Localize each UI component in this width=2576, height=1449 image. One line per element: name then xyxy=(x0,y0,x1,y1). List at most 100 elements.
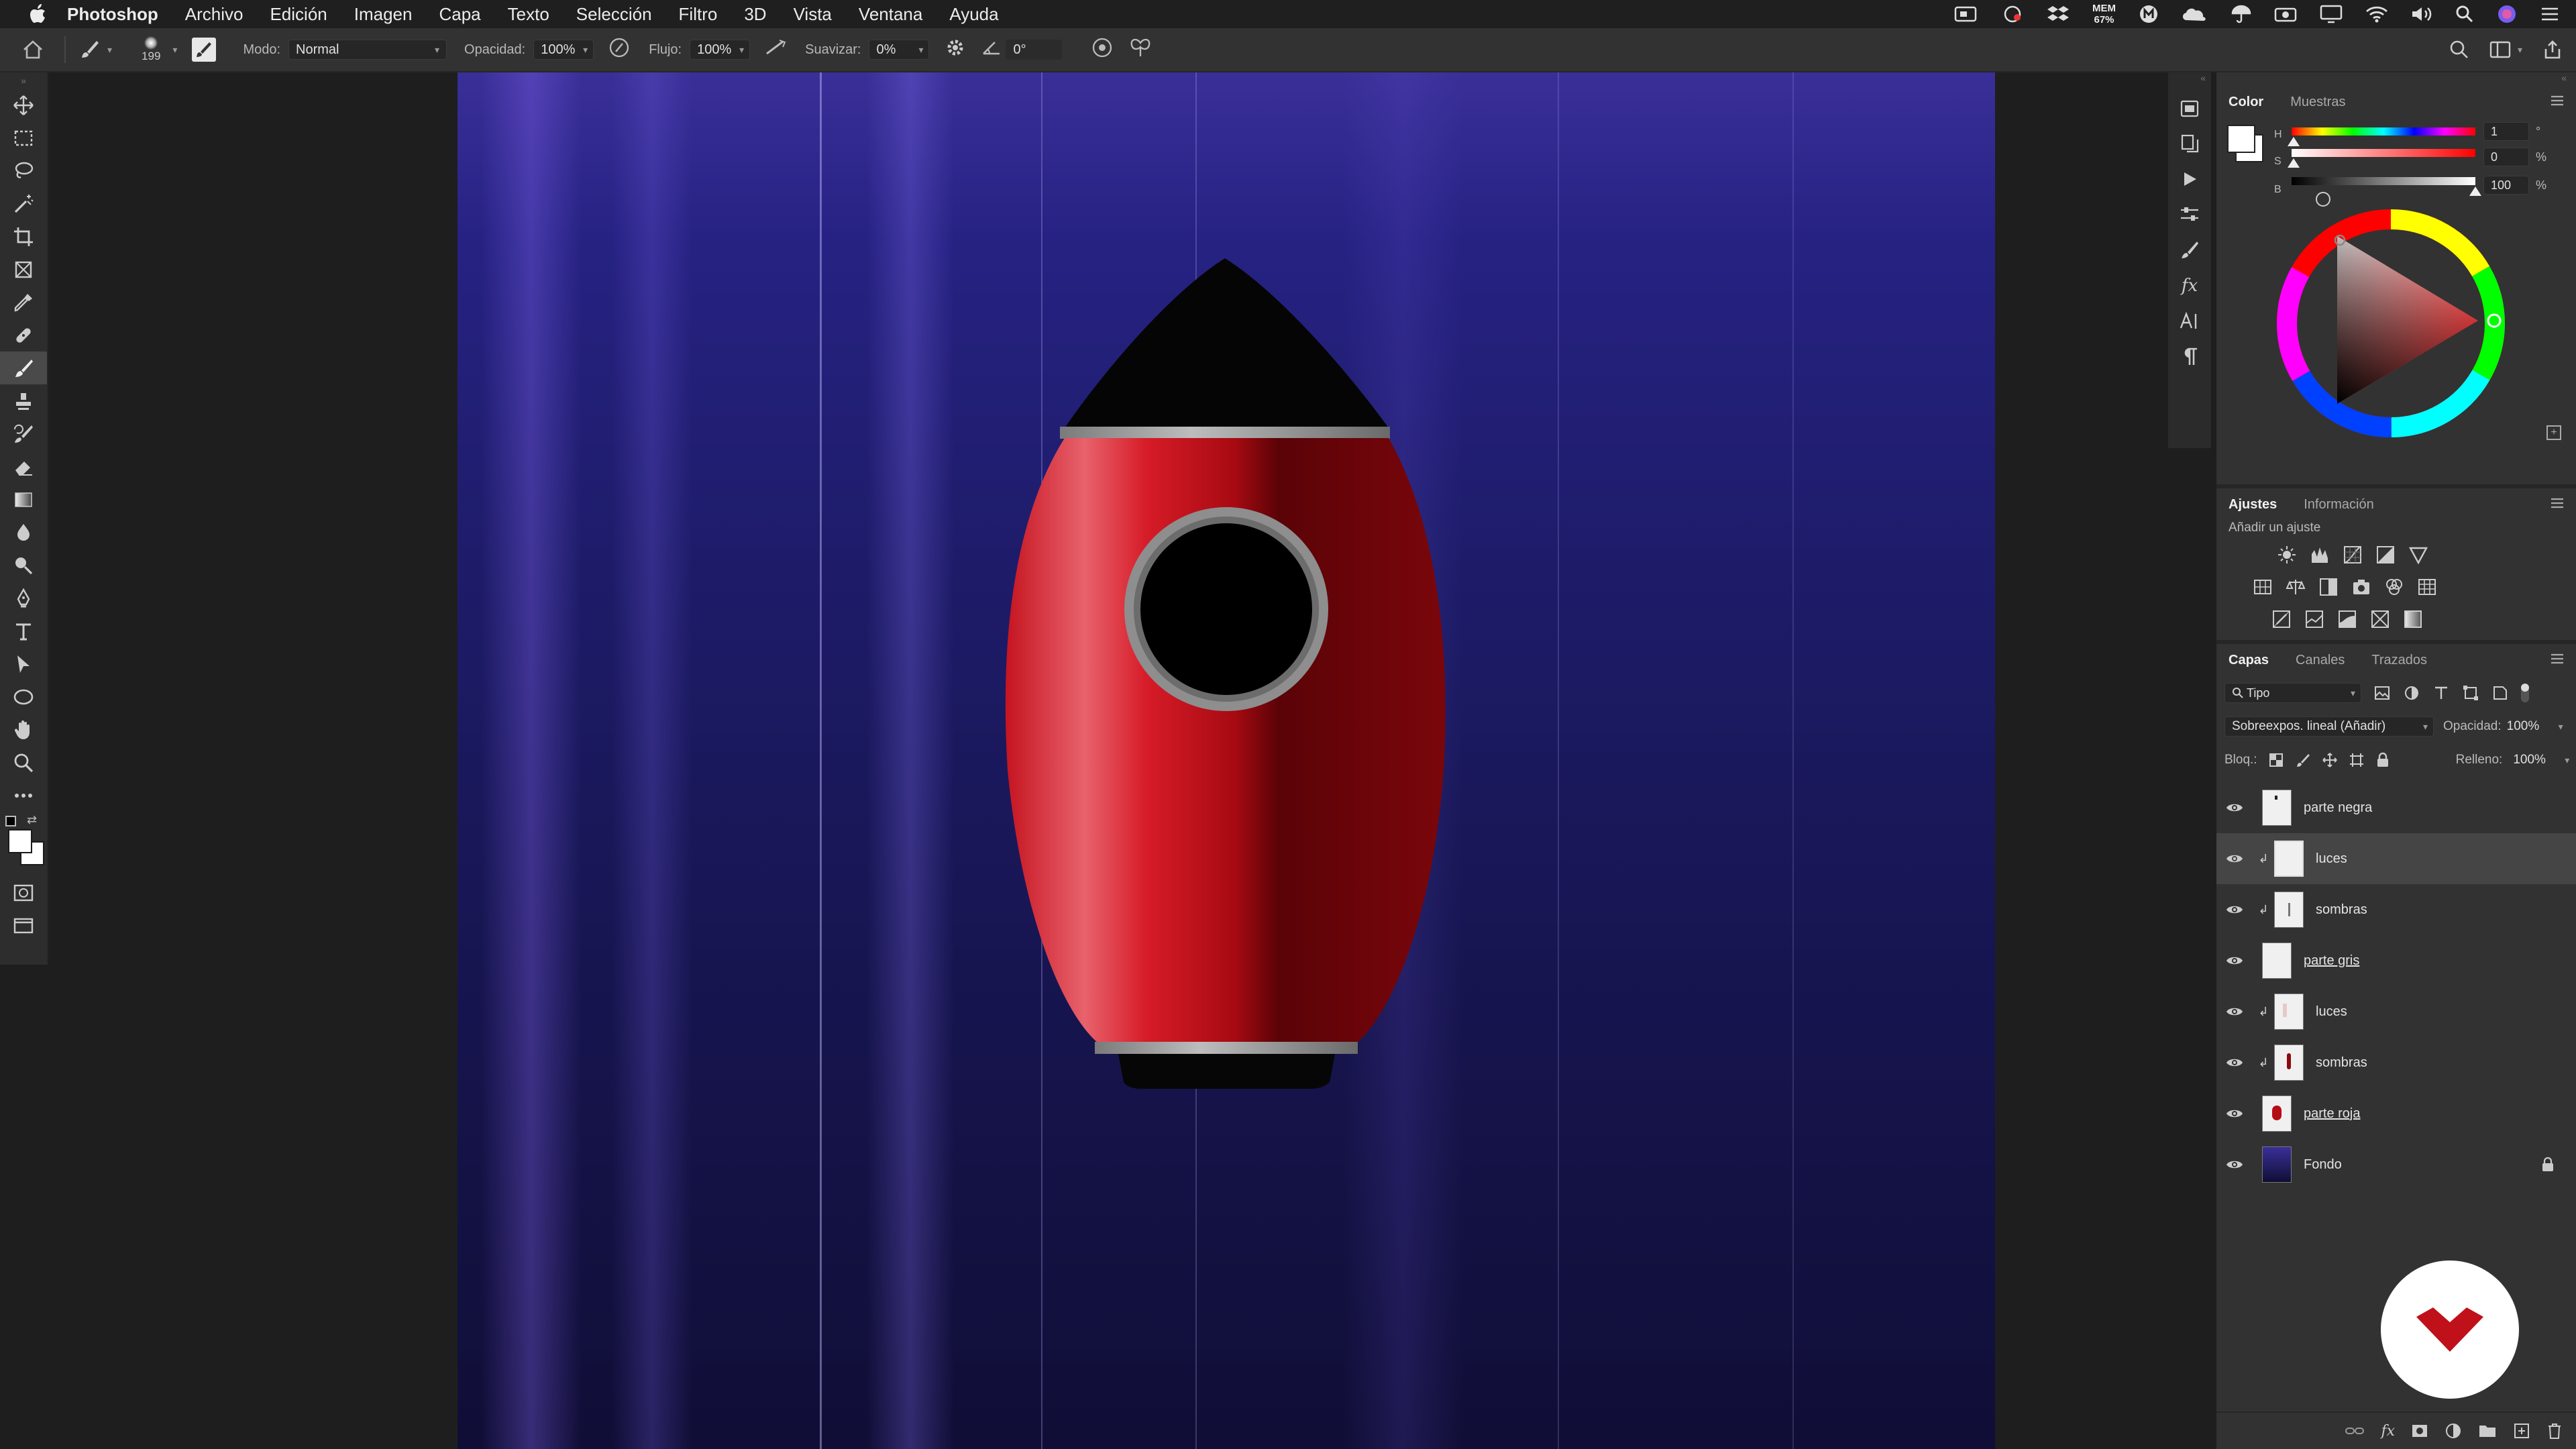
symmetry-butterfly-icon[interactable] xyxy=(1129,38,1152,62)
saturation-input[interactable]: 0 xyxy=(2483,148,2529,166)
blend-mode-select[interactable]: Sobreexpos. lineal (Añadir) ▾ xyxy=(2224,716,2434,737)
tab-ajustes[interactable]: Ajustes xyxy=(2229,497,2277,513)
lock-image-icon[interactable] xyxy=(2295,752,2311,768)
menu-capa[interactable]: Capa xyxy=(439,4,480,25)
volume-icon[interactable] xyxy=(2411,5,2432,23)
styles-fx-icon[interactable]: fx xyxy=(2168,268,2211,303)
posterize-icon[interactable] xyxy=(2304,609,2324,629)
lock-artboard-icon[interactable] xyxy=(2349,752,2365,768)
add-layer-style-fx-icon[interactable]: fx xyxy=(2381,1423,2395,1440)
visibility-eye-icon[interactable] xyxy=(2216,1108,2253,1120)
canvas-area[interactable] xyxy=(48,72,2168,1449)
tab-color[interactable]: Color xyxy=(2229,95,2263,110)
chevron-down-icon[interactable]: ▾ xyxy=(107,44,112,56)
collapse-icon[interactable]: « xyxy=(2216,72,2576,86)
angle-field[interactable]: 0° xyxy=(1006,40,1063,60)
add-swatch-icon[interactable]: + xyxy=(2546,425,2561,440)
gradient-tool-icon[interactable] xyxy=(0,483,47,516)
flow-field[interactable]: 100% ▾ xyxy=(690,40,751,60)
chevron-down-icon[interactable]: ▾ xyxy=(583,44,588,56)
layer-row[interactable]: ↲ luces xyxy=(2216,833,2576,884)
creative-cloud-icon[interactable] xyxy=(2182,5,2208,23)
m-circle-icon[interactable] xyxy=(2139,4,2159,24)
screen-mode-icon[interactable] xyxy=(0,909,47,942)
quick-mask-icon[interactable] xyxy=(0,876,47,909)
color-lookup-icon[interactable] xyxy=(2417,577,2437,597)
visibility-eye-icon[interactable] xyxy=(2216,853,2253,865)
eyedropper-tool-icon[interactable] xyxy=(0,286,47,319)
lock-transparent-icon[interactable] xyxy=(2268,752,2284,768)
chevron-down-icon[interactable]: ▾ xyxy=(2559,721,2563,733)
layer-opacity-field[interactable]: 100% ▾ xyxy=(2507,716,2567,737)
crop-tool-icon[interactable] xyxy=(0,220,47,253)
layer-filter-select[interactable]: Tipo ▾ xyxy=(2224,683,2361,703)
lock-position-icon[interactable] xyxy=(2322,752,2338,768)
history-icon[interactable] xyxy=(2168,125,2211,161)
visibility-eye-icon[interactable] xyxy=(2216,1057,2253,1069)
fill-field[interactable]: 100% ▾ xyxy=(2513,750,2573,770)
chevron-down-icon[interactable]: ▾ xyxy=(172,44,177,56)
clone-stamp-tool-icon[interactable] xyxy=(0,384,47,417)
screen-icon[interactable] xyxy=(1954,5,1978,23)
color-wheel[interactable] xyxy=(2270,203,2512,444)
swap-colors-icon[interactable]: ⇄ xyxy=(27,813,37,827)
foreground-color-swatch[interactable] xyxy=(8,829,32,853)
delete-layer-trash-icon[interactable] xyxy=(2546,1422,2563,1440)
menu-vista[interactable]: Vista xyxy=(794,4,832,25)
panel-menu-icon[interactable] xyxy=(2549,496,2565,510)
filter-smart-object-icon[interactable] xyxy=(2491,684,2509,702)
layer-row[interactable]: Fondo xyxy=(2216,1139,2576,1190)
tab-trazados[interactable]: Trazados xyxy=(2371,653,2427,668)
sync-icon[interactable] xyxy=(2001,5,2024,23)
threshold-icon[interactable] xyxy=(2337,609,2357,629)
mode-select[interactable]: Normal ▾ xyxy=(288,40,447,60)
hue-slider-thumb[interactable] xyxy=(2288,137,2300,146)
lasso-tool-icon[interactable] xyxy=(0,154,47,187)
type-tool-icon[interactable] xyxy=(0,614,47,647)
vibrance-icon[interactable] xyxy=(2408,545,2428,565)
menu-edicion[interactable]: Edición xyxy=(270,4,327,25)
app-name[interactable]: Photoshop xyxy=(67,4,158,25)
channel-mixer-icon[interactable] xyxy=(2384,577,2404,597)
color-balance-icon[interactable] xyxy=(2286,577,2306,597)
filter-toggle[interactable] xyxy=(2521,684,2529,702)
memory-indicator[interactable]: MEM 67% xyxy=(2092,3,2116,25)
hue-slider[interactable] xyxy=(2292,127,2475,136)
brush-preset-picker[interactable]: 199 xyxy=(142,36,160,63)
chevron-down-icon[interactable]: ▾ xyxy=(2565,755,2569,766)
wifi-icon[interactable] xyxy=(2365,5,2388,23)
menu-ayuda[interactable]: Ayuda xyxy=(949,4,998,25)
saturation-slider-thumb[interactable] xyxy=(2288,158,2300,168)
menu-imagen[interactable]: Imagen xyxy=(354,4,413,25)
new-layer-icon[interactable] xyxy=(2513,1422,2530,1440)
brightness-slider-thumb[interactable] xyxy=(2469,186,2481,196)
display-icon[interactable] xyxy=(2320,5,2343,23)
filter-shape-icon[interactable] xyxy=(2462,684,2479,702)
smoothing-field[interactable]: 0% ▾ xyxy=(869,40,930,60)
tab-muestras[interactable]: Muestras xyxy=(2290,95,2345,110)
layer-row[interactable]: ↲ sombras xyxy=(2216,884,2576,935)
selective-color-icon[interactable] xyxy=(2370,609,2390,629)
character-icon[interactable] xyxy=(2168,303,2211,339)
brush-tool-icon[interactable]: ▾ xyxy=(79,39,112,60)
blur-tool-icon[interactable] xyxy=(0,516,47,549)
layer-row[interactable]: parte negra xyxy=(2216,782,2576,833)
document-canvas[interactable] xyxy=(458,72,1995,1449)
filter-type-icon[interactable] xyxy=(2432,684,2450,702)
filter-adjustment-icon[interactable] xyxy=(2403,684,2420,702)
control-center-icon[interactable] xyxy=(2540,5,2560,23)
pressure-opacity-icon[interactable] xyxy=(608,37,630,62)
marquee-tool-icon[interactable] xyxy=(0,121,47,154)
spotlight-search-icon[interactable] xyxy=(2455,5,2474,23)
share-icon[interactable] xyxy=(2542,40,2563,60)
default-colors-icon[interactable] xyxy=(5,816,16,826)
collapse-icon[interactable]: « xyxy=(2168,72,2211,90)
umbrella-icon[interactable] xyxy=(2231,4,2251,24)
link-layers-icon[interactable] xyxy=(2345,1424,2365,1438)
eraser-tool-icon[interactable] xyxy=(0,450,47,483)
hand-tool-icon[interactable] xyxy=(0,713,47,746)
paragraph-icon[interactable] xyxy=(2168,339,2211,374)
home-icon[interactable] xyxy=(15,40,51,60)
add-mask-icon[interactable] xyxy=(2411,1423,2428,1439)
layer-row[interactable]: parte roja xyxy=(2216,1088,2576,1139)
